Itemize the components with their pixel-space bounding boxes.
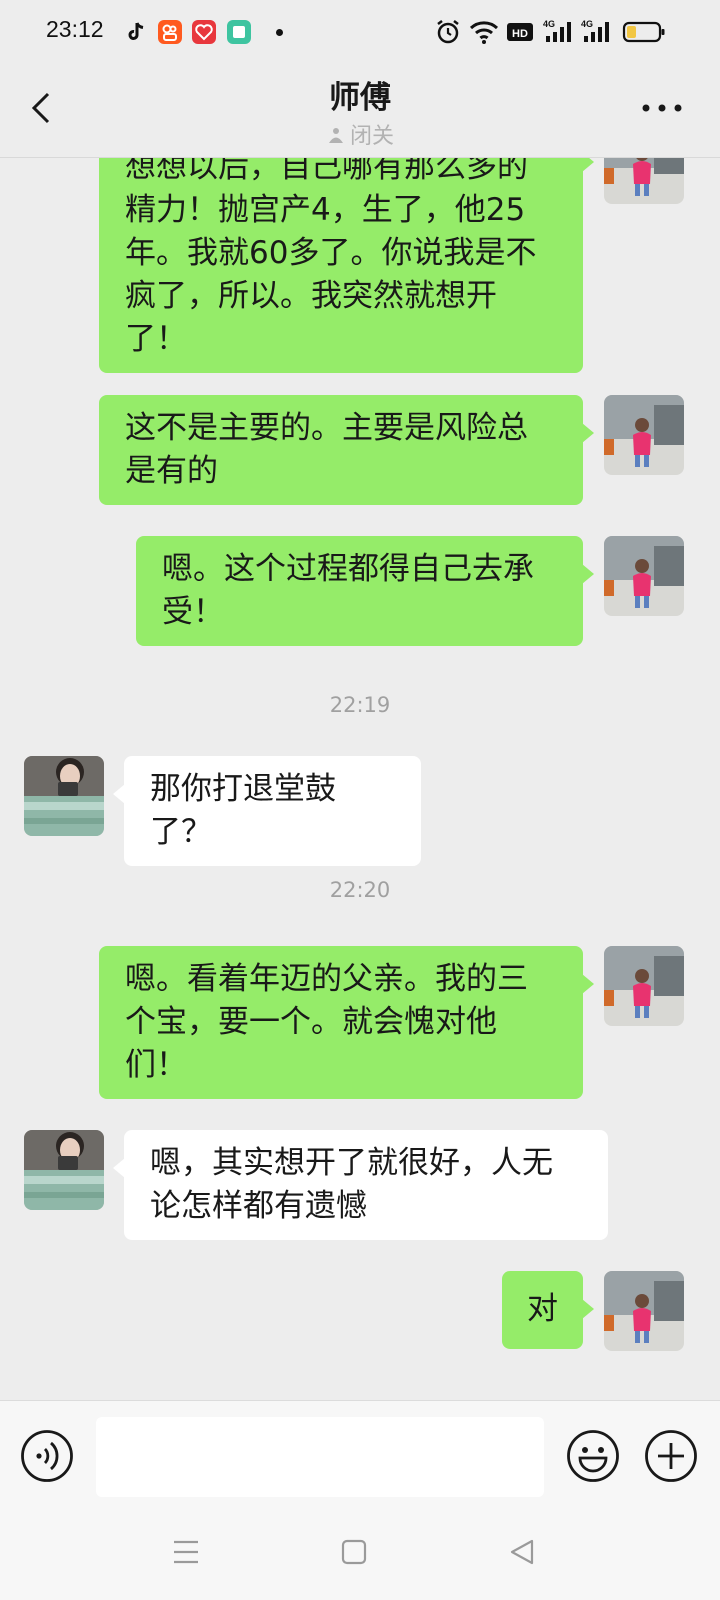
my-avatar[interactable] (604, 946, 684, 1026)
kuaishou-icon (158, 20, 182, 44)
alarm-icon (434, 17, 462, 47)
message-text: 嗯，其实想开了就很好，人无论怎样都有遗憾 (150, 1145, 553, 1224)
chat-input-bar (0, 1400, 720, 1498)
signal-4g-icon: 4G (542, 17, 576, 47)
meditate-icon (326, 126, 346, 152)
square-app-icon (227, 20, 251, 44)
message-bubble-received[interactable]: 嗯，其实想开了就很好，人无论怎样都有遗憾 (113, 1130, 608, 1240)
message-bubble-sent[interactable]: 这不是主要的。主要是风险总是有的 (99, 395, 594, 505)
battery-icon (622, 17, 666, 47)
more-dots-icon (642, 104, 682, 112)
voice-icon (21, 1430, 73, 1482)
message-text: 嗯。这个过程都得自己去承受！ (162, 551, 534, 630)
chat-title[interactable]: 师傅 (0, 72, 720, 117)
message-bubble-sent[interactable]: 想想以后，自己哪有那么多的精力！抛宫产4，生了，他25年。我就60多了。你说我是… (99, 158, 594, 373)
emoji-button[interactable] (566, 1429, 620, 1483)
home-square-icon (341, 1539, 367, 1565)
heart-app-icon (192, 20, 216, 44)
message-bubble-sent[interactable]: 嗯。看着年迈的父亲。我的三个宝，要一个。就会愧对他们！ (99, 946, 594, 1099)
chat-message-list[interactable]: 想想以后，自己哪有那么多的精力！抛宫产4，生了，他25年。我就60多了。你说我是… (0, 158, 720, 1400)
emoji-icon (567, 1430, 619, 1482)
menu-icon (174, 1540, 198, 1564)
svg-text:4G: 4G (543, 19, 555, 29)
voice-button[interactable] (20, 1429, 74, 1483)
message-timestamp: 22:19 (329, 693, 391, 717)
svg-text:4G: 4G (581, 19, 593, 29)
svg-text:HD: HD (512, 28, 528, 40)
message-input[interactable] (96, 1417, 544, 1497)
chat-header: 师傅 闭关 (0, 62, 720, 158)
message-text: 对 (527, 1291, 558, 1327)
message-bubble-sent[interactable]: 嗯。这个过程都得自己去承受！ (136, 536, 594, 646)
message-timestamp: 22:20 (329, 878, 391, 902)
message-bubble-sent[interactable]: 对 (502, 1271, 594, 1349)
menu-nav-button[interactable] (170, 1536, 202, 1568)
my-avatar[interactable] (604, 395, 684, 475)
back-nav-button[interactable] (506, 1536, 538, 1568)
tiktok-icon (124, 20, 148, 44)
message-bubble-received[interactable]: 那你打退堂鼓了？ (113, 756, 421, 866)
contact-avatar[interactable] (24, 1130, 104, 1210)
my-avatar[interactable] (604, 1271, 684, 1351)
status-bar: 23:12 HD 4G 4G (0, 0, 720, 62)
chat-subtitle: 闭关 (0, 118, 720, 152)
chat-status-text: 闭关 (349, 124, 394, 149)
notification-dot (276, 29, 283, 36)
my-avatar[interactable] (604, 536, 684, 616)
signal-4g-icon-2: 4G (580, 17, 614, 47)
system-nav-bar (0, 1498, 720, 1600)
message-text: 那你打退堂鼓了？ (150, 771, 336, 850)
more-functions-button[interactable] (644, 1429, 698, 1483)
my-avatar[interactable] (604, 158, 684, 204)
back-triangle-icon (510, 1539, 534, 1565)
wifi-icon (468, 17, 500, 47)
status-time: 23:12 (46, 16, 104, 42)
plus-icon (645, 1430, 697, 1482)
contact-avatar[interactable] (24, 756, 104, 836)
message-text: 想想以后，自己哪有那么多的精力！抛宫产4，生了，他25年。我就60多了。你说我是… (125, 158, 537, 357)
message-text: 这不是主要的。主要是风险总是有的 (125, 410, 528, 489)
home-nav-button[interactable] (338, 1536, 370, 1568)
hd-icon: HD (506, 17, 534, 47)
more-button[interactable] (640, 98, 684, 118)
message-text: 嗯。看着年迈的父亲。我的三个宝，要一个。就会愧对他们！ (125, 961, 528, 1083)
